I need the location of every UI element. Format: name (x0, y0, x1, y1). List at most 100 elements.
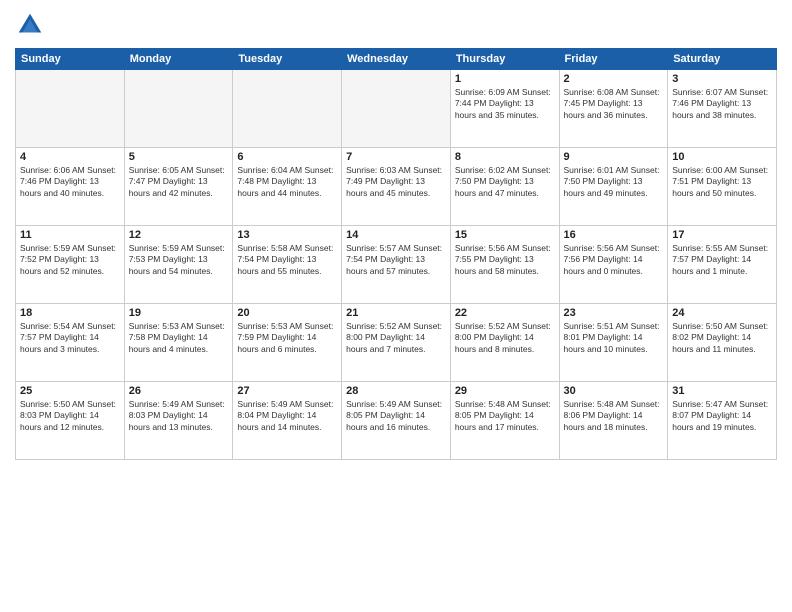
calendar-cell (342, 70, 451, 148)
calendar-header-tuesday: Tuesday (233, 49, 342, 70)
day-info: Sunrise: 5:53 AM Sunset: 7:59 PM Dayligh… (237, 321, 337, 355)
day-info: Sunrise: 5:52 AM Sunset: 8:00 PM Dayligh… (455, 321, 555, 355)
calendar-header-saturday: Saturday (668, 49, 777, 70)
day-number: 9 (564, 151, 664, 163)
day-info: Sunrise: 5:57 AM Sunset: 7:54 PM Dayligh… (346, 243, 446, 277)
day-number: 13 (237, 229, 337, 241)
day-info: Sunrise: 5:47 AM Sunset: 8:07 PM Dayligh… (672, 399, 772, 433)
calendar-cell: 23Sunrise: 5:51 AM Sunset: 8:01 PM Dayli… (559, 304, 668, 382)
calendar-header-friday: Friday (559, 49, 668, 70)
day-number: 16 (564, 229, 664, 241)
day-number: 6 (237, 151, 337, 163)
calendar-week-1: 1 Sunrise: 6:09 AM Sunset: 7:44 PM Daylig… (16, 70, 777, 148)
calendar-header-sunday: Sunday (16, 49, 125, 70)
day-info: Sunrise: 6:01 AM Sunset: 7:50 PM Dayligh… (564, 165, 664, 199)
calendar-cell: 2 Sunrise: 6:08 AM Sunset: 7:45 PM Daylig… (559, 70, 668, 148)
calendar-cell: 20Sunrise: 5:53 AM Sunset: 7:59 PM Dayli… (233, 304, 342, 382)
day-info: Sunrise: 5:56 AM Sunset: 7:55 PM Dayligh… (455, 243, 555, 277)
calendar-cell: 15Sunrise: 5:56 AM Sunset: 7:55 PM Dayli… (450, 226, 559, 304)
day-number: 24 (672, 307, 772, 319)
day-info: Sunrise: 5:48 AM Sunset: 8:05 PM Dayligh… (455, 399, 555, 433)
calendar-header-wednesday: Wednesday (342, 49, 451, 70)
calendar-cell: 17 Sunrise: 5:55 AM Sunset: 7:57 PM Dayli… (668, 226, 777, 304)
calendar-cell: 25 Sunrise: 5:50 AM Sunset: 8:03 PM Dayli… (16, 382, 125, 460)
calendar-cell: 4 Sunrise: 6:06 AM Sunset: 7:46 PM Daylig… (16, 148, 125, 226)
calendar-cell: 27 Sunrise: 5:49 AM Sunset: 8:04 PM Dayli… (233, 382, 342, 460)
day-number: 1 (455, 73, 555, 85)
day-info: Sunrise: 5:56 AM Sunset: 7:56 PM Dayligh… (564, 243, 664, 277)
day-number: 12 (129, 229, 229, 241)
day-info: Sunrise: 6:00 AM Sunset: 7:51 PM Dayligh… (672, 165, 772, 199)
calendar-cell: 5 Sunrise: 6:05 AM Sunset: 7:47 PM Daylig… (124, 148, 233, 226)
calendar-cell: 7 Sunrise: 6:03 AM Sunset: 7:49 PM Daylig… (342, 148, 451, 226)
calendar-cell: 18Sunrise: 5:54 AM Sunset: 7:57 PM Dayli… (16, 304, 125, 382)
calendar-week-3: 11 Sunrise: 5:59 AM Sunset: 7:52 PM Dayli… (16, 226, 777, 304)
day-number: 21 (346, 307, 446, 319)
day-number: 28 (346, 385, 446, 397)
day-info: Sunrise: 6:08 AM Sunset: 7:45 PM Dayligh… (564, 87, 664, 121)
day-info: Sunrise: 5:50 AM Sunset: 8:03 PM Dayligh… (20, 399, 120, 433)
calendar-cell: 22 Sunrise: 5:52 AM Sunset: 8:00 PM Dayli… (450, 304, 559, 382)
calendar: SundayMondayTuesdayWednesdayThursdayFrid… (15, 48, 777, 460)
day-number: 27 (237, 385, 337, 397)
calendar-cell: 26Sunrise: 5:49 AM Sunset: 8:03 PM Dayli… (124, 382, 233, 460)
day-info: Sunrise: 6:09 AM Sunset: 7:44 PM Dayligh… (455, 87, 555, 121)
day-number: 3 (672, 73, 772, 85)
day-info: Sunrise: 5:51 AM Sunset: 8:01 PM Dayligh… (564, 321, 664, 355)
calendar-cell: 3 Sunrise: 6:07 AM Sunset: 7:46 PM Daylig… (668, 70, 777, 148)
calendar-cell (233, 70, 342, 148)
calendar-cell: 14 Sunrise: 5:57 AM Sunset: 7:54 PM Dayli… (342, 226, 451, 304)
calendar-cell (124, 70, 233, 148)
calendar-week-2: 4 Sunrise: 6:06 AM Sunset: 7:46 PM Daylig… (16, 148, 777, 226)
day-info: Sunrise: 5:53 AM Sunset: 7:58 PM Dayligh… (129, 321, 229, 355)
day-info: Sunrise: 6:07 AM Sunset: 7:46 PM Dayligh… (672, 87, 772, 121)
day-number: 30 (564, 385, 664, 397)
calendar-header-monday: Monday (124, 49, 233, 70)
day-number: 19 (129, 307, 229, 319)
calendar-cell: 10 Sunrise: 6:00 AM Sunset: 7:51 PM Dayli… (668, 148, 777, 226)
calendar-header-thursday: Thursday (450, 49, 559, 70)
day-info: Sunrise: 6:06 AM Sunset: 7:46 PM Dayligh… (20, 165, 120, 199)
day-info: Sunrise: 5:48 AM Sunset: 8:06 PM Dayligh… (564, 399, 664, 433)
calendar-cell: 28 Sunrise: 5:49 AM Sunset: 8:05 PM Dayli… (342, 382, 451, 460)
day-info: Sunrise: 5:52 AM Sunset: 8:00 PM Dayligh… (346, 321, 446, 355)
day-info: Sunrise: 5:59 AM Sunset: 7:53 PM Dayligh… (129, 243, 229, 277)
page: SundayMondayTuesdayWednesdayThursdayFrid… (0, 0, 792, 612)
calendar-cell: 12 Sunrise: 5:59 AM Sunset: 7:53 PM Dayli… (124, 226, 233, 304)
calendar-cell: 24Sunrise: 5:50 AM Sunset: 8:02 PM Dayli… (668, 304, 777, 382)
day-number: 4 (20, 151, 120, 163)
day-info: Sunrise: 5:49 AM Sunset: 8:05 PM Dayligh… (346, 399, 446, 433)
day-number: 22 (455, 307, 555, 319)
day-number: 5 (129, 151, 229, 163)
day-number: 10 (672, 151, 772, 163)
day-info: Sunrise: 5:59 AM Sunset: 7:52 PM Dayligh… (20, 243, 120, 277)
day-number: 17 (672, 229, 772, 241)
logo (15, 10, 49, 40)
calendar-cell: 30 Sunrise: 5:48 AM Sunset: 8:06 PM Dayli… (559, 382, 668, 460)
day-info: Sunrise: 5:55 AM Sunset: 7:57 PM Dayligh… (672, 243, 772, 277)
header (15, 10, 777, 40)
day-number: 26 (129, 385, 229, 397)
day-number: 29 (455, 385, 555, 397)
day-info: Sunrise: 5:58 AM Sunset: 7:54 PM Dayligh… (237, 243, 337, 277)
day-info: Sunrise: 5:49 AM Sunset: 8:04 PM Dayligh… (237, 399, 337, 433)
calendar-cell: 11 Sunrise: 5:59 AM Sunset: 7:52 PM Dayli… (16, 226, 125, 304)
day-info: Sunrise: 6:03 AM Sunset: 7:49 PM Dayligh… (346, 165, 446, 199)
day-number: 11 (20, 229, 120, 241)
day-number: 14 (346, 229, 446, 241)
day-info: Sunrise: 6:04 AM Sunset: 7:48 PM Dayligh… (237, 165, 337, 199)
calendar-cell: 29 Sunrise: 5:48 AM Sunset: 8:05 PM Dayli… (450, 382, 559, 460)
calendar-week-5: 25 Sunrise: 5:50 AM Sunset: 8:03 PM Dayli… (16, 382, 777, 460)
calendar-cell: 19 Sunrise: 5:53 AM Sunset: 7:58 PM Dayli… (124, 304, 233, 382)
calendar-header-row: SundayMondayTuesdayWednesdayThursdayFrid… (16, 49, 777, 70)
day-number: 7 (346, 151, 446, 163)
day-number: 8 (455, 151, 555, 163)
day-info: Sunrise: 6:05 AM Sunset: 7:47 PM Dayligh… (129, 165, 229, 199)
calendar-cell: 8 Sunrise: 6:02 AM Sunset: 7:50 PM Daylig… (450, 148, 559, 226)
day-number: 25 (20, 385, 120, 397)
calendar-cell: 1 Sunrise: 6:09 AM Sunset: 7:44 PM Daylig… (450, 70, 559, 148)
day-number: 31 (672, 385, 772, 397)
calendar-week-4: 18Sunrise: 5:54 AM Sunset: 7:57 PM Dayli… (16, 304, 777, 382)
day-info: Sunrise: 6:02 AM Sunset: 7:50 PM Dayligh… (455, 165, 555, 199)
day-number: 2 (564, 73, 664, 85)
